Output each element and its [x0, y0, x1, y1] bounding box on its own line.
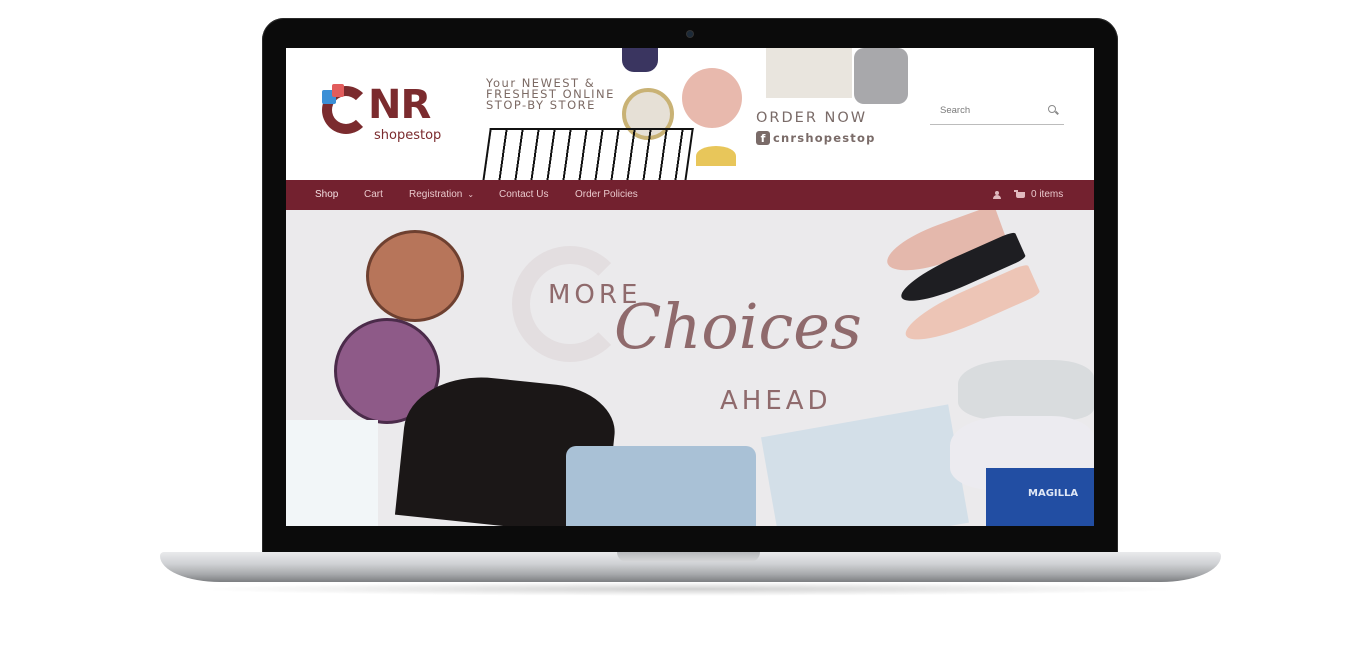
- search-box: [930, 98, 1064, 125]
- tshirt-image: [286, 420, 378, 526]
- nav-item-label: Cart: [364, 189, 383, 200]
- laptop-shadow: [190, 582, 1190, 596]
- sneaker-image: [958, 360, 1094, 420]
- sneaker-image: [622, 48, 658, 72]
- nav-item-label: Registration: [409, 189, 463, 200]
- search-icon[interactable]: [1048, 105, 1056, 113]
- order-now-text: ORDER NOW: [756, 110, 868, 126]
- nav-item-shop[interactable]: Shop: [315, 180, 338, 210]
- nav-item-contact-us[interactable]: Contact Us: [499, 180, 548, 210]
- banner-tagline: Your NEWEST & FRESHEST ONLINE STOP-BY ST…: [486, 76, 615, 112]
- logo-wordmark: NR: [368, 82, 431, 128]
- main-navigation: Shop Cart Registration ⌄ Contact Us Order…: [286, 180, 1094, 210]
- site-logo[interactable]: NR shopestop: [320, 78, 460, 148]
- user-icon[interactable]: [993, 191, 1001, 199]
- nav-item-label: Shop: [315, 189, 339, 200]
- facebook-handle: cnrshopestop: [773, 131, 876, 145]
- denim-shorts-image: [566, 446, 756, 526]
- social-handle: f cnrshopestop: [756, 130, 876, 146]
- shorts-image: [766, 48, 852, 98]
- denim-shorts-image: [761, 404, 969, 526]
- ribbon-image: [696, 146, 736, 166]
- logo-subtitle: shopestop: [374, 128, 442, 143]
- website-screen: NR shopestop Your NEWEST & FRESHEST ONLI…: [286, 48, 1094, 526]
- backpack-image: [854, 48, 908, 104]
- search-input[interactable]: [930, 101, 1050, 119]
- hero-banner[interactable]: MAGILLA MORE Choices AHEAD: [286, 210, 1094, 526]
- nav-item-label: Contact Us: [499, 189, 549, 200]
- webcam: [687, 31, 693, 37]
- chevron-down-icon: ⌄: [467, 190, 475, 199]
- hero-headline-script: Choices: [614, 290, 862, 363]
- hero-headline-bottom: AHEAD: [720, 386, 832, 416]
- nav-item-registration[interactable]: Registration ⌄: [409, 180, 474, 210]
- nav-item-label: Order Policies: [575, 189, 638, 200]
- purse-image: [682, 68, 742, 128]
- facebook-icon: f: [756, 131, 770, 145]
- cart-icon[interactable]: [1014, 190, 1025, 198]
- shirt-print-text: MAGILLA: [1028, 488, 1079, 499]
- cart-count[interactable]: 0 items: [1031, 180, 1063, 210]
- site-header: NR shopestop Your NEWEST & FRESHEST ONLI…: [286, 48, 1094, 182]
- header-promo-banner: Your NEWEST & FRESHEST ONLINE STOP-BY ST…: [482, 48, 914, 182]
- round-bag-image: [366, 230, 464, 322]
- nav-item-order-policies[interactable]: Order Policies: [575, 180, 638, 210]
- laptop-notch: [617, 552, 760, 562]
- shopping-cart-illustration: [482, 128, 694, 182]
- nav-item-cart[interactable]: Cart: [364, 180, 383, 210]
